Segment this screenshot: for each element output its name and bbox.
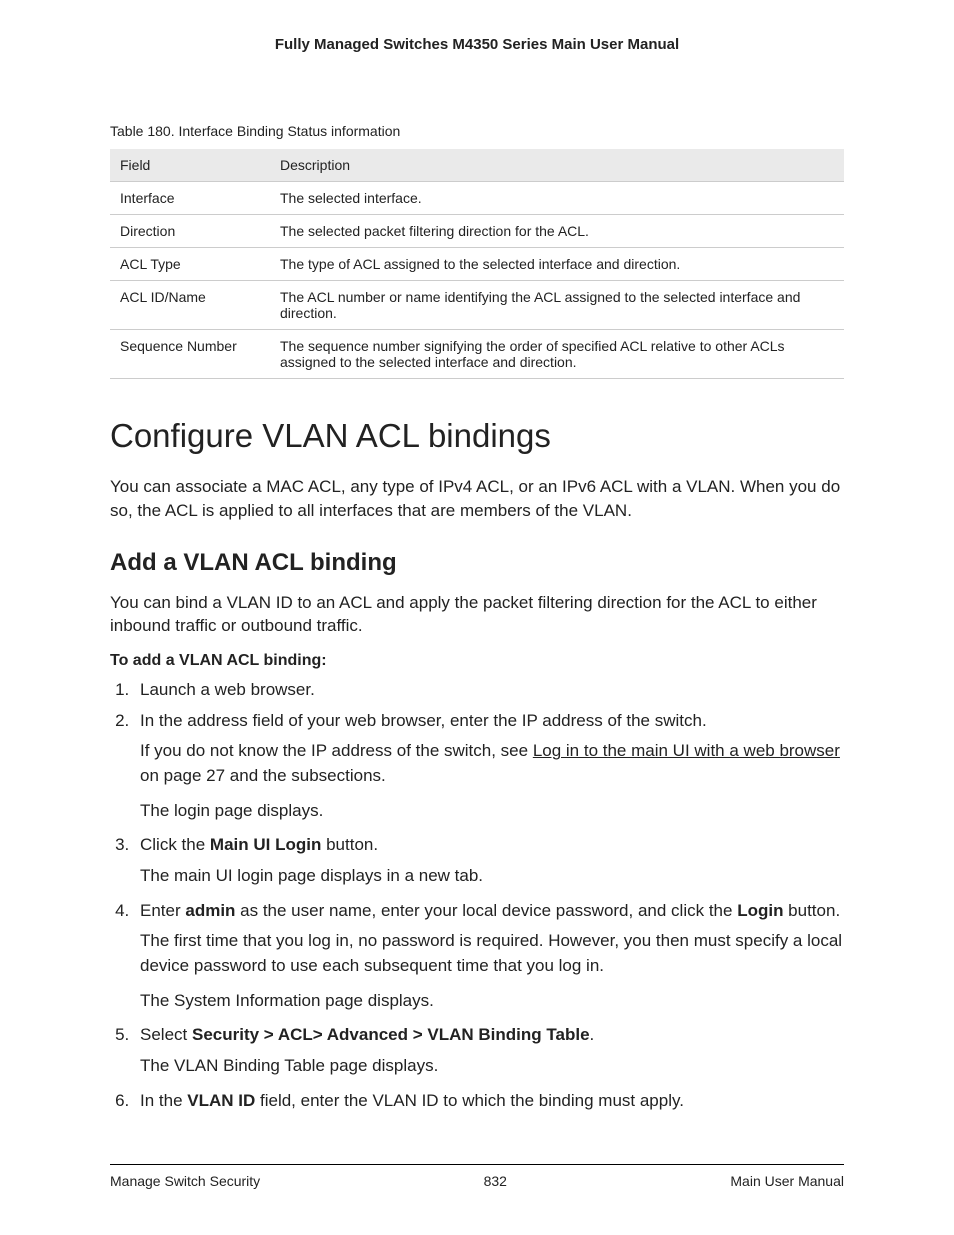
cell-field: Sequence Number [110,330,270,379]
cell-field: Direction [110,215,270,248]
table-row: ACL ID/Name The ACL number or name ident… [110,281,844,330]
document-header: Fully Managed Switches M4350 Series Main… [110,36,844,53]
cell-field: Interface [110,182,270,215]
table-header-row: Field Description [110,149,844,182]
cell-description: The selected interface. [270,182,844,215]
cell-field: ACL Type [110,248,270,281]
text: field, enter the VLAN ID to which the bi… [255,1091,684,1110]
text: Click the [140,835,210,854]
binding-status-table: Field Description Interface The selected… [110,149,844,379]
step-2: In the address field of your web browser… [134,709,844,824]
text: . [590,1025,595,1044]
section-intro: You can associate a MAC ACL, any type of… [110,475,844,523]
page-footer: Manage Switch Security 832 Main User Man… [110,1164,844,1189]
footer-right: Main User Manual [730,1173,844,1189]
text: button. [783,901,840,920]
step-note: The System Information page displays. [140,989,844,1014]
col-header-field: Field [110,149,270,182]
ui-element-name: Main UI Login [210,835,321,854]
subsection-heading: Add a VLAN ACL binding [110,549,844,577]
table-row: ACL Type The type of ACL assigned to the… [110,248,844,281]
footer-left: Manage Switch Security [110,1173,260,1189]
step-text: In the address field of your web browser… [140,711,707,730]
text: button. [321,835,378,854]
step-1: Launch a web browser. [134,678,844,703]
col-header-description: Description [270,149,844,182]
document-page: Fully Managed Switches M4350 Series Main… [0,0,954,1235]
cell-description: The ACL number or name identifying the A… [270,281,844,330]
cross-reference-link[interactable]: Log in to the main UI with a web browser [533,741,840,760]
procedure-steps: Launch a web browser. In the address fie… [110,678,844,1113]
ui-element-name: Login [737,901,783,920]
procedure-title: To add a VLAN ACL binding: [110,652,844,670]
step-note: The main UI login page displays in a new… [140,864,844,889]
step-note: The login page displays. [140,799,844,824]
section-heading: Configure VLAN ACL bindings [110,417,844,455]
step-note: The VLAN Binding Table page displays. [140,1054,844,1079]
table-row: Interface The selected interface. [110,182,844,215]
step-6: In the VLAN ID field, enter the VLAN ID … [134,1089,844,1114]
text: as the user name, enter your local devic… [235,901,737,920]
ui-field-name: VLAN ID [187,1091,255,1110]
table-row: Sequence Number The sequence number sign… [110,330,844,379]
text: If you do not know the IP address of the… [140,741,533,760]
cell-field: ACL ID/Name [110,281,270,330]
text: In the [140,1091,187,1110]
ui-value: admin [185,901,235,920]
cell-description: The sequence number signifying the order… [270,330,844,379]
text: Enter [140,901,185,920]
step-text: Launch a web browser. [140,680,315,699]
step-5: Select Security > ACL> Advanced > VLAN B… [134,1023,844,1078]
ui-path: Security > ACL> Advanced > VLAN Binding … [192,1025,590,1044]
subsection-intro: You can bind a VLAN ID to an ACL and app… [110,591,844,639]
text: Select [140,1025,192,1044]
cell-description: The selected packet filtering direction … [270,215,844,248]
text: on page 27 and the subsections. [140,766,386,785]
footer-page-number: 832 [484,1173,507,1189]
cell-description: The type of ACL assigned to the selected… [270,248,844,281]
table-caption: Table 180. Interface Binding Status info… [110,123,844,139]
step-note: The first time that you log in, no passw… [140,929,844,978]
step-3: Click the Main UI Login button. The main… [134,833,844,888]
step-note: If you do not know the IP address of the… [140,739,844,788]
step-4: Enter admin as the user name, enter your… [134,899,844,1014]
table-row: Direction The selected packet filtering … [110,215,844,248]
